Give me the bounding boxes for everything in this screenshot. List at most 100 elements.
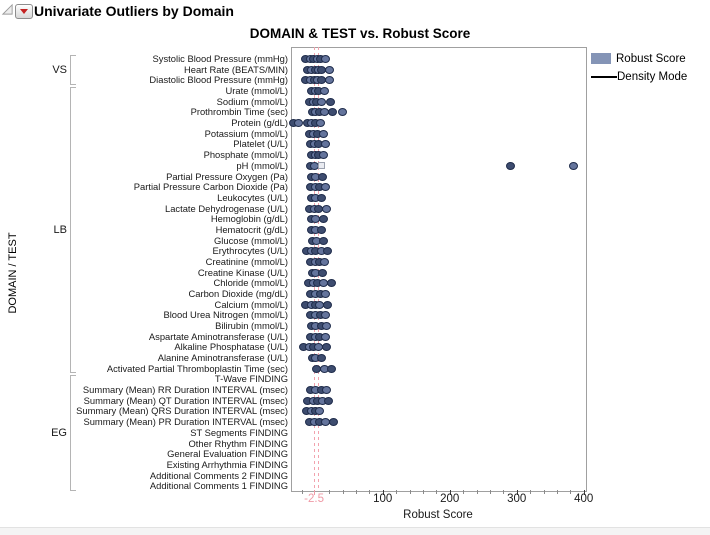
- row-label[interactable]: Calcium (mmol/L): [215, 300, 288, 310]
- x-tick-minor: [410, 490, 411, 494]
- legend-line-swatch: [591, 76, 617, 78]
- row-label[interactable]: Additional Comments 1 FINDING: [150, 481, 288, 491]
- row-label[interactable]: Protein (g/dL): [231, 118, 288, 128]
- data-point[interactable]: [569, 162, 578, 170]
- group-label-lb[interactable]: LB: [54, 224, 67, 236]
- x-tick-minor: [570, 490, 571, 494]
- group-bracket: [70, 375, 71, 491]
- row-label[interactable]: Partial Pressure Carbon Dioxide (Pa): [134, 182, 288, 192]
- data-point[interactable]: [326, 98, 335, 106]
- row-label[interactable]: Urate (mmol/L): [225, 86, 288, 96]
- row-label[interactable]: Lactate Dehydrogenase (U/L): [165, 204, 288, 214]
- group-label-vs[interactable]: VS: [52, 64, 67, 76]
- x-tick-minor: [423, 490, 424, 494]
- selected-data-point[interactable]: [318, 162, 325, 169]
- chart-title: DOMAIN & TEST vs. Robust Score: [130, 26, 590, 41]
- group-bracket-cap: [70, 55, 76, 56]
- data-point[interactable]: [321, 333, 330, 341]
- data-point[interactable]: [317, 98, 326, 106]
- row-label[interactable]: Other Rhythm FINDING: [189, 439, 289, 449]
- group-bracket-cap: [70, 87, 76, 88]
- row-label[interactable]: Leukocytes (U/L): [217, 193, 288, 203]
- row-label[interactable]: Sodium (mmol/L): [217, 97, 288, 107]
- group-bracket-cap: [70, 375, 76, 376]
- group-bracket: [70, 55, 71, 85]
- row-label[interactable]: Hematocrit (g/dL): [216, 225, 288, 235]
- row-label[interactable]: Erythrocytes (U/L): [212, 246, 288, 256]
- data-point[interactable]: [323, 301, 332, 309]
- row-label[interactable]: Prothrombin Time (sec): [191, 107, 288, 117]
- row-label[interactable]: Alkaline Phosphatase (U/L): [174, 342, 288, 352]
- data-point[interactable]: [329, 418, 338, 426]
- data-point[interactable]: [506, 162, 515, 170]
- x-tick-label: -2.5: [304, 493, 324, 505]
- row-label[interactable]: Heart Rate (BEATS/MIN): [184, 65, 288, 75]
- row-label[interactable]: Creatine Kinase (U/L): [198, 268, 288, 278]
- legend-item[interactable]: Robust Score: [591, 52, 687, 65]
- data-point[interactable]: [318, 269, 327, 277]
- x-tick-minor: [302, 490, 303, 494]
- row-label[interactable]: Activated Partial Thromboplastin Time (s…: [107, 364, 288, 374]
- data-point[interactable]: [320, 258, 329, 266]
- legend-item[interactable]: Density Mode: [591, 70, 687, 83]
- legend-label: Robust Score: [616, 53, 686, 65]
- row-label[interactable]: Summary (Mean) QRS Duration INTERVAL (ms…: [76, 406, 288, 416]
- row-label[interactable]: Platelet (U/L): [233, 139, 288, 149]
- row-label[interactable]: Diastolic Blood Pressure (mmHg): [149, 75, 288, 85]
- disclosure-button[interactable]: [15, 4, 33, 19]
- data-point[interactable]: [318, 173, 327, 181]
- x-tick-minor: [369, 490, 370, 494]
- row-label[interactable]: pH (mmol/L): [236, 161, 288, 171]
- row-label[interactable]: Chloride (mmol/L): [214, 278, 289, 288]
- data-point[interactable]: [324, 397, 333, 405]
- row-label[interactable]: Potassium (mmol/L): [205, 129, 288, 139]
- row-label[interactable]: Partial Pressure Oxygen (Pa): [166, 172, 288, 182]
- legend-label: Density Mode: [617, 71, 687, 83]
- data-point[interactable]: [322, 322, 331, 330]
- row-label[interactable]: General Evaluation FINDING: [167, 449, 288, 459]
- x-tick-minor: [490, 490, 491, 494]
- data-point[interactable]: [317, 226, 326, 234]
- data-point[interactable]: [294, 119, 303, 127]
- row-label[interactable]: Blood Urea Nitrogen (mmol/L): [163, 310, 288, 320]
- row-label[interactable]: Summary (Mean) PR Duration INTERVAL (mse…: [83, 417, 288, 427]
- row-label[interactable]: ST Segments FINDING: [190, 428, 288, 438]
- data-point[interactable]: [319, 237, 328, 245]
- x-tick-minor: [544, 490, 545, 494]
- row-label[interactable]: Glucose (mmol/L): [214, 236, 288, 246]
- legend-square-swatch: [591, 53, 611, 64]
- data-point[interactable]: [322, 205, 331, 213]
- row-label[interactable]: T-Wave FINDING: [215, 374, 288, 384]
- row-label[interactable]: Bilirubin (mmol/L): [215, 321, 288, 331]
- x-tick-minor: [477, 490, 478, 494]
- outline-collapse-icon[interactable]: [1, 3, 14, 16]
- group-bracket: [70, 87, 71, 374]
- row-label[interactable]: Creatinine (mmol/L): [206, 257, 288, 267]
- data-point[interactable]: [319, 215, 328, 223]
- group-label-eg[interactable]: EG: [51, 427, 67, 439]
- row-label[interactable]: Aspartate Aminotransferase (U/L): [149, 332, 288, 342]
- data-point[interactable]: [325, 66, 334, 74]
- group-bracket-cap: [70, 372, 76, 373]
- row-label[interactable]: Additional Comments 2 FINDING: [150, 471, 288, 481]
- row-label[interactable]: Existing Arrhythmia FINDING: [167, 460, 288, 470]
- row-label[interactable]: Systolic Blood Pressure (mmHg): [153, 54, 288, 64]
- data-point[interactable]: [321, 55, 330, 63]
- data-point[interactable]: [323, 247, 332, 255]
- data-point[interactable]: [320, 87, 329, 95]
- row-label[interactable]: Phosphate (mmol/L): [204, 150, 288, 160]
- row-label[interactable]: Hemoglobin (g/dL): [211, 214, 288, 224]
- x-tick-label: 300: [507, 493, 526, 505]
- row-label[interactable]: Alanine Aminotransferase (U/L): [158, 353, 288, 363]
- row-label[interactable]: Carbon Dioxide (mg/dL): [188, 289, 288, 299]
- x-tick-minor: [343, 490, 344, 494]
- x-tick-minor: [503, 490, 504, 494]
- x-tick-minor: [396, 490, 397, 494]
- data-point[interactable]: [327, 279, 336, 287]
- data-point[interactable]: [321, 311, 330, 319]
- status-bar: [0, 527, 710, 535]
- row-label[interactable]: Summary (Mean) RR Duration INTERVAL (mse…: [83, 385, 288, 395]
- group-bracket-cap: [70, 84, 76, 85]
- x-tick-minor: [557, 490, 558, 494]
- row-label[interactable]: Summary (Mean) QT Duration INTERVAL (mse…: [84, 396, 288, 406]
